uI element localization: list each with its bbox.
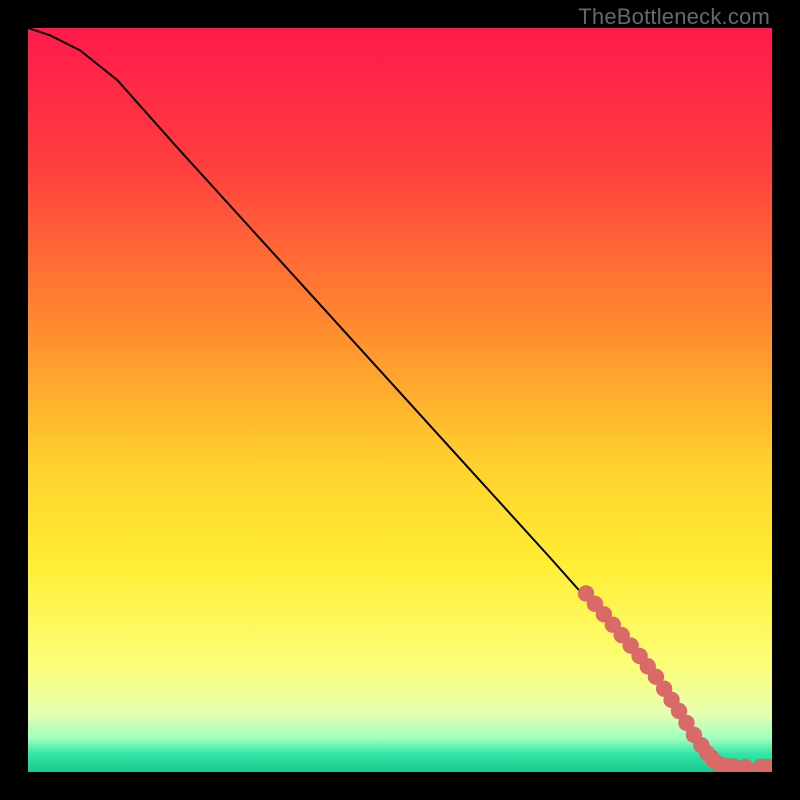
plot-area bbox=[28, 28, 772, 772]
bottleneck-curve bbox=[28, 28, 772, 767]
watermark-text: TheBottleneck.com bbox=[578, 4, 770, 30]
marker-point bbox=[737, 759, 753, 772]
curve-layer bbox=[28, 28, 772, 772]
highlighted-points bbox=[578, 585, 772, 772]
chart-stage: TheBottleneck.com bbox=[0, 0, 800, 800]
